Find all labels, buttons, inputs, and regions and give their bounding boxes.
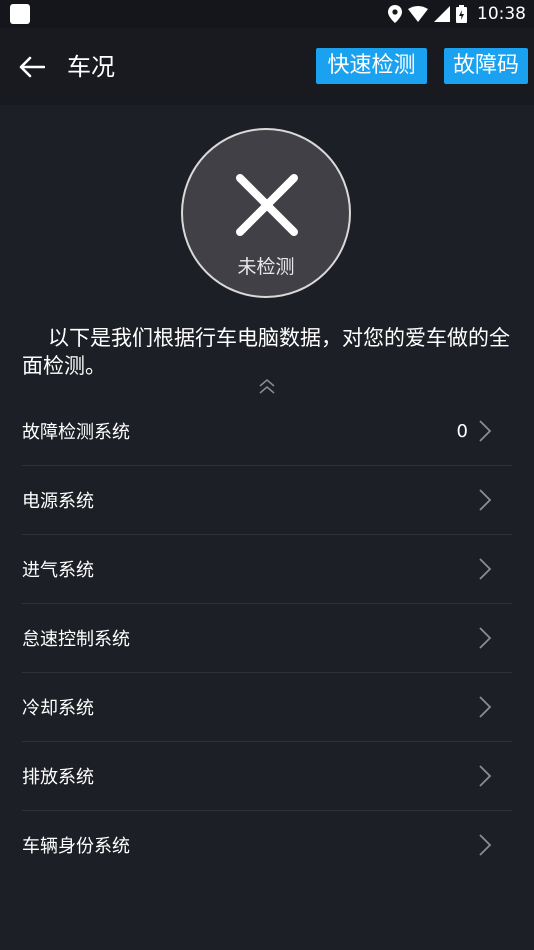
list-item-intake[interactable]: 进气系统 [22,535,512,604]
status-icons: 10:38 [388,0,526,28]
status-bar: 10:38 [0,0,534,28]
fault-code-button[interactable]: 故障码 [444,48,528,84]
item-label: 电源系统 [22,491,94,512]
wifi-icon [408,6,428,22]
location-icon [388,5,402,23]
chevron-up-icon[interactable] [257,378,277,396]
chevron-right-icon [479,558,492,580]
signal-icon [434,6,450,22]
back-button[interactable] [14,50,50,84]
chevron-right-icon [479,489,492,511]
list-item-fault-detection[interactable]: 故障检测系统 0 [22,397,512,466]
chevron-right-icon [479,834,492,856]
chevron-right-icon [479,627,492,649]
check-status-label: 未检测 [237,256,295,278]
item-count: 0 [456,420,468,442]
list-item-cooling[interactable]: 冷却系统 [22,673,512,742]
chevron-right-icon [479,420,492,442]
chevron-right-icon [479,696,492,718]
item-label: 进气系统 [22,560,94,581]
quick-check-button[interactable]: 快速检测 [316,48,427,84]
notification-square-icon [10,4,30,24]
list-item-idle-control[interactable]: 怠速控制系统 [22,604,512,673]
intro-text: 以下是我们根据行车电脑数据，对您的爱车做的全面检测。 [22,326,510,378]
app-bar: 车况 快速检测 故障码 [0,28,534,105]
page-title: 车况 [67,53,115,81]
status-time: 10:38 [477,4,526,24]
battery-icon [456,5,467,23]
arrow-left-icon [19,56,45,78]
item-label: 车辆身份系统 [22,836,130,857]
chevron-right-icon [479,765,492,787]
list-item-emission[interactable]: 排放系统 [22,742,512,811]
check-status-indicator: 未检测 [181,128,351,298]
item-label: 怠速控制系统 [22,629,130,650]
list-item-vehicle-identity[interactable]: 车辆身份系统 [22,811,512,879]
system-list: 故障检测系统 0 电源系统 进气系统 怠速控制系统 冷却系统 排放系统 车辆身份… [22,397,512,879]
item-label: 冷却系统 [22,698,94,719]
item-label: 排放系统 [22,767,94,788]
close-icon [236,174,298,236]
list-item-power[interactable]: 电源系统 [22,466,512,535]
item-label: 故障检测系统 [22,422,130,443]
